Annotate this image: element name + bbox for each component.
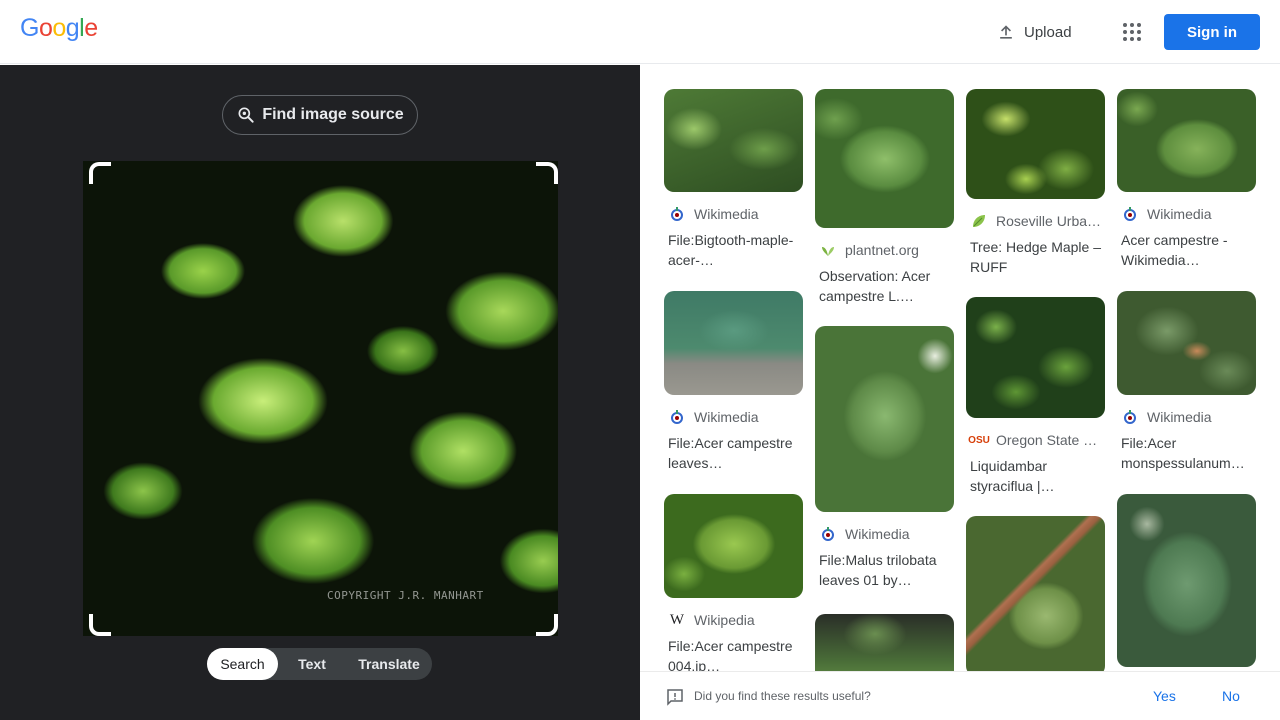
result-thumbnail[interactable]: [966, 297, 1105, 418]
logo-letter: o: [52, 14, 66, 42]
google-logo[interactable]: Google: [20, 14, 98, 43]
result-source: Wikimedia: [1117, 408, 1256, 426]
result-thumbnail[interactable]: [966, 516, 1105, 671]
crop-handle-bottom-right[interactable]: [536, 614, 558, 636]
result-title[interactable]: Observation: Acer campestre L.…: [815, 266, 954, 306]
sign-in-button[interactable]: Sign in: [1164, 14, 1260, 50]
result-card[interactable]: Wikimedia File:Malus trilobata leaves 01…: [815, 326, 954, 590]
result-card[interactable]: Roseville Urba… Tree: Hedge Maple – RUFF: [966, 89, 1105, 277]
logo-letter: o: [38, 14, 53, 42]
result-card[interactable]: OSU Oregon State … Liquidambar styracifl…: [966, 297, 1105, 496]
result-source-name: Wikimedia: [1147, 409, 1212, 425]
result-title[interactable]: File:Bigtooth-maple-acer-…: [664, 230, 803, 270]
feedback-icon: [667, 689, 683, 706]
crop-handle-top-left[interactable]: [89, 162, 111, 184]
crop-handle-bottom-left[interactable]: [89, 614, 111, 636]
logo-letter: G: [20, 14, 39, 42]
result-thumbnail[interactable]: [664, 494, 803, 598]
upload-label: Upload: [1024, 23, 1072, 41]
result-card[interactable]: plantnet.org Observation: Acer campestre…: [815, 89, 954, 306]
result-source: OSU Oregon State …: [966, 431, 1105, 449]
result-source-name: Wikipedia: [694, 612, 755, 628]
wikimedia-icon: [819, 525, 837, 543]
result-title[interactable]: File:Acer monspessulanum…: [1117, 433, 1256, 473]
visual-matches-grid: Wikimedia File:Bigtooth-maple-acer-… Wik…: [640, 65, 1280, 671]
result-source-name: Wikimedia: [694, 206, 759, 222]
result-source-name: Wikimedia: [845, 526, 910, 542]
leaf-icon: [970, 212, 988, 230]
feedback-no-button[interactable]: No: [1222, 688, 1240, 704]
osu-icon: OSU: [968, 434, 990, 446]
result-source: Roseville Urba…: [966, 212, 1105, 230]
feedback-yes-button[interactable]: Yes: [1153, 688, 1176, 704]
google-lens-page: Google Upload Sign in Find image source …: [0, 0, 1280, 720]
wikipedia-icon: W: [669, 611, 685, 628]
result-card[interactable]: [1117, 494, 1256, 667]
result-card[interactable]: [966, 516, 1105, 671]
feedback-bar: Did you find these results useful? Yes N…: [640, 671, 1280, 720]
result-title[interactable]: File:Malus trilobata leaves 01 by…: [815, 550, 954, 590]
result-card[interactable]: Wikimedia File:Bigtooth-maple-acer-…: [664, 89, 803, 270]
feedback-question: Did you find these results useful?: [694, 689, 871, 703]
image-watermark: COPYRIGHT J.R. MANHART: [327, 589, 484, 602]
tab-text[interactable]: Text: [278, 648, 346, 680]
result-source-name: plantnet.org: [845, 242, 919, 258]
result-thumbnail[interactable]: [1117, 89, 1256, 192]
result-source: Wikimedia: [1117, 205, 1256, 223]
result-source: Wikimedia: [815, 525, 954, 543]
result-thumbnail[interactable]: [966, 89, 1105, 199]
result-title[interactable]: Tree: Hedge Maple – RUFF: [966, 237, 1105, 277]
result-source: W Wikipedia: [664, 611, 803, 629]
result-card[interactable]: [815, 614, 954, 671]
result-thumbnail[interactable]: [815, 89, 954, 228]
tab-search[interactable]: Search: [207, 648, 278, 680]
crop-handle-top-right[interactable]: [536, 162, 558, 184]
find-image-source-button[interactable]: Find image source: [222, 95, 418, 135]
result-source: plantnet.org: [815, 241, 954, 259]
result-source-name: Wikimedia: [694, 409, 759, 425]
tab-translate[interactable]: Translate: [346, 648, 432, 680]
result-thumbnail[interactable]: [1117, 291, 1256, 395]
result-title[interactable]: Liquidambar styraciflua |…: [966, 456, 1105, 496]
query-image[interactable]: COPYRIGHT J.R. MANHART: [83, 161, 558, 636]
result-card[interactable]: W Wikipedia File:Acer campestre 004.jp…: [664, 494, 803, 671]
result-title[interactable]: File:Acer campestre 004.jp…: [664, 636, 803, 671]
result-card[interactable]: Wikimedia File:Acer monspessulanum…: [1117, 291, 1256, 473]
wikimedia-icon: [668, 408, 686, 426]
lens-search-icon: [238, 107, 254, 123]
wikimedia-icon: [668, 205, 686, 223]
result-title[interactable]: File:Acer campestre leaves…: [664, 433, 803, 473]
wikimedia-icon: [1121, 408, 1139, 426]
find-source-label: Find image source: [262, 106, 404, 123]
upload-icon: [1000, 25, 1012, 39]
result-thumbnail[interactable]: [664, 291, 803, 395]
result-source-name: Wikimedia: [1147, 206, 1212, 222]
result-source: Wikimedia: [664, 205, 803, 223]
result-card[interactable]: Wikimedia File:Acer campestre leaves…: [664, 291, 803, 473]
result-source: Wikimedia: [664, 408, 803, 426]
upload-button[interactable]: Upload: [986, 14, 1082, 50]
wikimedia-icon: [1121, 205, 1139, 223]
result-source-name: Oregon State …: [996, 432, 1098, 448]
result-title[interactable]: Acer campestre - Wikimedia…: [1117, 230, 1256, 270]
mode-tabs: Search Text Translate: [207, 648, 432, 680]
result-thumbnail[interactable]: [1117, 494, 1256, 667]
top-bar: Google Upload Sign in: [0, 0, 1280, 64]
plantnet-icon: [819, 241, 837, 259]
logo-letter: e: [84, 14, 98, 42]
apps-grid-icon: [1123, 23, 1141, 41]
google-apps-button[interactable]: [1114, 14, 1150, 50]
result-source-name: Roseville Urba…: [996, 213, 1102, 229]
logo-letter: g: [65, 14, 80, 42]
result-thumbnail[interactable]: [815, 326, 954, 512]
result-card[interactable]: Wikimedia Acer campestre - Wikimedia…: [1117, 89, 1256, 270]
result-thumbnail[interactable]: [664, 89, 803, 192]
result-thumbnail[interactable]: [815, 614, 954, 671]
